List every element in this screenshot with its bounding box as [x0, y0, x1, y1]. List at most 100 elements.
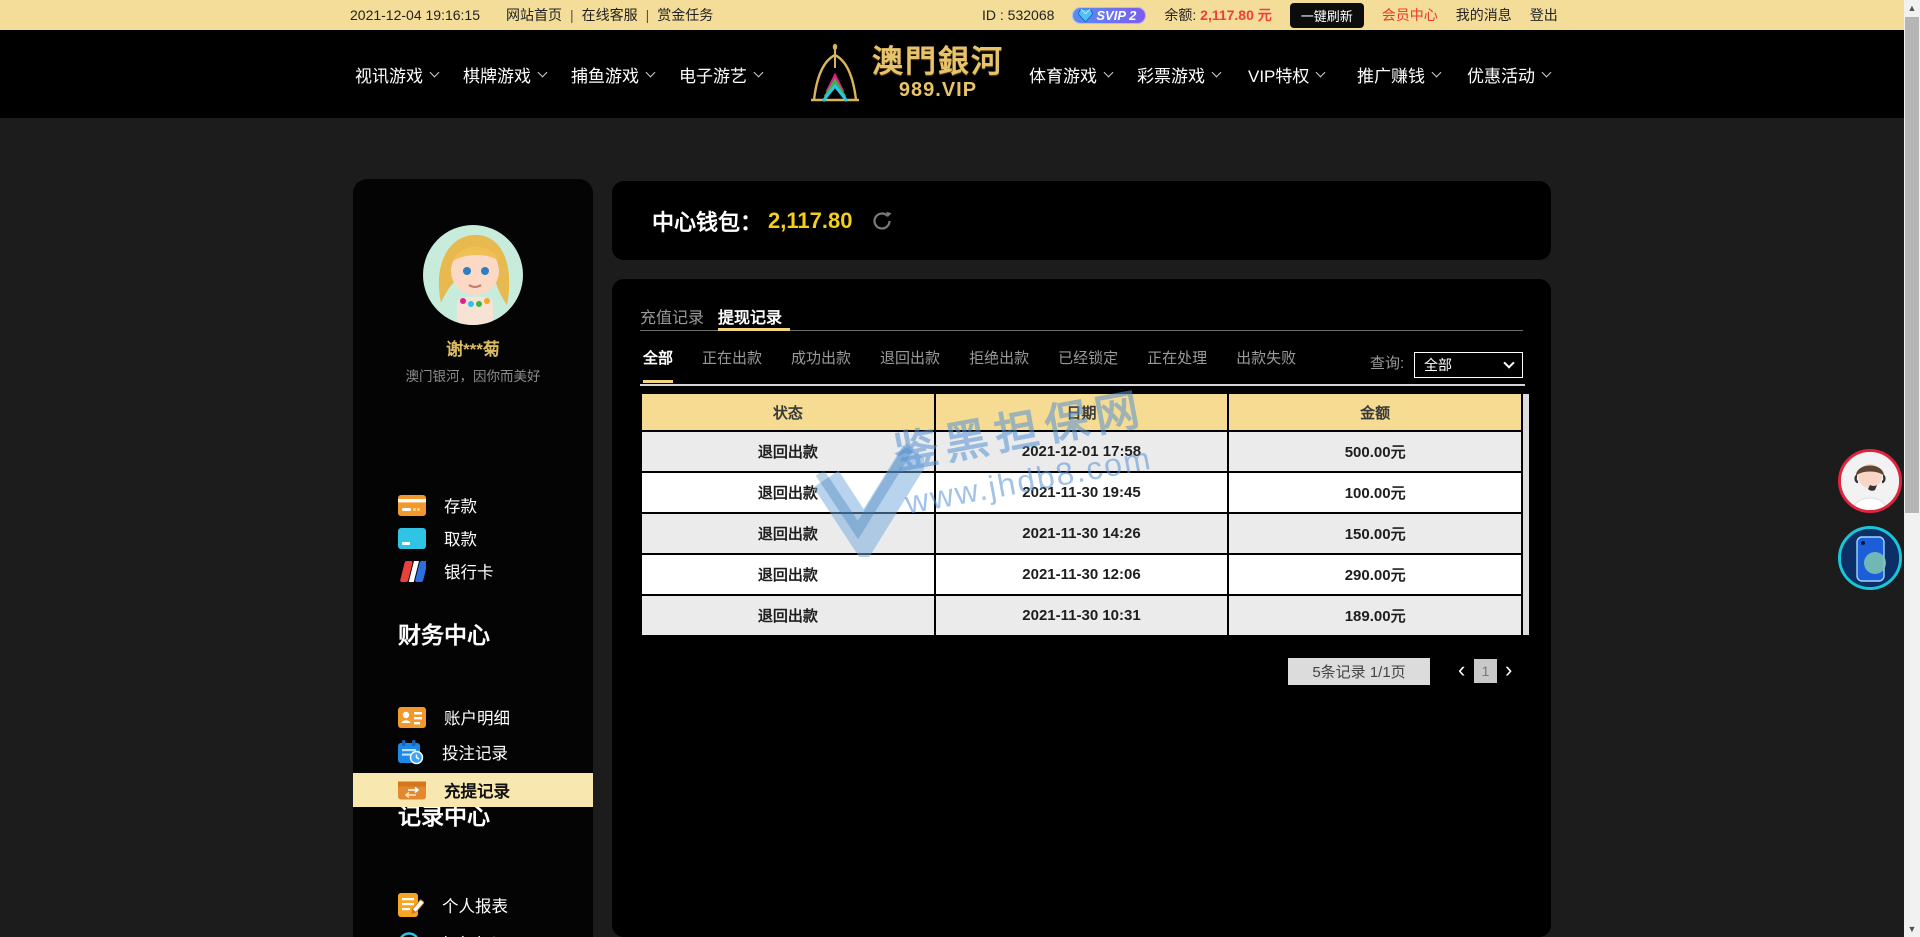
logo-subtitle: 989.VIP	[899, 80, 977, 100]
col-header-date: 日期	[936, 394, 1228, 430]
nav-item-fishing[interactable]: 捕鱼游戏	[571, 30, 654, 118]
tab-deposit-records[interactable]: 充值记录	[640, 304, 704, 328]
table-cell: 100.00元	[1229, 473, 1521, 512]
nav-item-board-games[interactable]: 棋牌游戏	[463, 30, 546, 118]
site-logo[interactable]: 澳門銀河 989.VIP	[806, 42, 1004, 104]
sidebar-item-transaction-records[interactable]: 充提记录	[353, 773, 593, 807]
filter-tab-returned[interactable]: 退回出款	[880, 347, 940, 368]
galaxy-fountain-icon	[806, 42, 864, 104]
link-separator: |	[570, 7, 574, 23]
link-bounty-task[interactable]: 赏金任务	[657, 7, 713, 23]
col-header-amount: 金额	[1229, 394, 1521, 430]
chevron-down-icon	[1316, 67, 1326, 77]
service-agent-icon	[1841, 452, 1899, 510]
nav-label: 体育游戏	[1029, 62, 1097, 87]
nav-label: 优惠活动	[1467, 62, 1535, 87]
record-tabs: 充值记录 提现记录	[640, 304, 782, 328]
balance-value: 2,117.80 元	[1200, 7, 1272, 23]
nav-label: 视讯游戏	[355, 62, 423, 87]
sidebar-item-account-detail[interactable]: 账户明细	[353, 700, 593, 734]
nav-item-offers[interactable]: 优惠活动	[1467, 30, 1550, 118]
browser-scrollbar[interactable]: ▲ ▼	[1904, 0, 1920, 937]
col-header-status: 状态	[642, 394, 934, 430]
filter-tab-processing[interactable]: 正在处理	[1147, 347, 1207, 368]
chevron-down-icon	[646, 67, 656, 77]
user-id: ID : 532068	[982, 7, 1054, 23]
filter-tab-success[interactable]: 成功出款	[791, 347, 851, 368]
personal-report-icon	[398, 893, 424, 917]
member-center-link[interactable]: 会员中心	[1382, 5, 1438, 25]
query-label: 查询:	[1370, 352, 1404, 373]
sidebar-item-bet-records[interactable]: 投注记录	[353, 735, 593, 769]
chevron-down-icon	[1503, 357, 1514, 368]
link-home[interactable]: 网站首页	[506, 7, 562, 23]
nav-item-vip[interactable]: VIP特权	[1248, 30, 1324, 118]
page-number[interactable]: 1	[1474, 659, 1497, 683]
sidebar-item-bank-card[interactable]: 银行卡	[353, 554, 593, 588]
wallet-panel: 中心钱包： 2,117.80	[612, 181, 1551, 260]
query-select[interactable]: 全部	[1414, 352, 1523, 378]
nav-label: 棋牌游戏	[463, 62, 531, 87]
transfer-record-icon	[398, 780, 426, 801]
sidebar-item-label: 充提记录	[444, 778, 510, 802]
sidebar-item-label: 安全中心	[438, 931, 504, 937]
chevron-down-icon	[430, 67, 440, 77]
filter-tab-failed[interactable]: 出款失败	[1236, 347, 1296, 368]
sidebar-item-label: 取款	[444, 526, 477, 550]
nav-label: VIP特权	[1248, 62, 1309, 87]
table-cell: 189.00元	[1229, 596, 1521, 635]
link-online-service[interactable]: 在线客服	[582, 7, 638, 23]
sidebar-item-personal-report[interactable]: 个人报表	[353, 888, 593, 922]
chevron-down-icon	[538, 67, 548, 77]
nav-item-lottery[interactable]: 彩票游戏	[1137, 30, 1220, 118]
nav-item-sports[interactable]: 体育游戏	[1029, 30, 1112, 118]
logout-link[interactable]: 登出	[1530, 5, 1558, 25]
app-download-floater[interactable]	[1838, 526, 1902, 590]
bank-cards-icon	[398, 561, 426, 582]
nav-item-live-casino[interactable]: 视讯游戏	[355, 30, 438, 118]
table-cell: 退回出款	[642, 473, 934, 512]
topbar-links: 网站首页 | 在线客服 | 赏金任务	[506, 5, 713, 25]
tab-withdraw-records[interactable]: 提现记录	[718, 304, 782, 328]
link-separator: |	[646, 7, 650, 23]
filter-tab-rejected[interactable]: 拒绝出款	[969, 347, 1029, 368]
refresh-icon[interactable]	[870, 209, 894, 233]
table-scrollbar[interactable]	[1523, 394, 1529, 635]
scrollbar-thumb[interactable]	[1905, 17, 1919, 513]
withdraw-card-icon	[398, 528, 426, 549]
page: 2021-12-04 19:16:15 网站首页 | 在线客服 | 赏金任务 ID : …	[0, 0, 1920, 937]
topbar-left-group: 2021-12-04 19:16:15 网站首页 | 在线客服 | 赏金任务	[350, 0, 713, 30]
table-cell: 2021-11-30 10:31	[936, 596, 1228, 635]
my-messages-link[interactable]: 我的消息	[1456, 5, 1512, 25]
sidebar-item-security-center[interactable]: 安全中心	[353, 926, 593, 937]
security-center-icon	[398, 932, 420, 937]
chevron-down-icon	[754, 67, 764, 77]
records-panel: 充值记录 提现记录 全部 正在出款 成功出款 退回出款 拒绝出款 已经锁定 正在…	[612, 279, 1551, 937]
filter-tab-paying[interactable]: 正在出款	[702, 347, 762, 368]
scroll-up-arrow[interactable]: ▲	[1904, 0, 1920, 16]
datetime: 2021-12-04 19:16:15	[350, 7, 480, 23]
vip-badge-label: SVIP 2	[1096, 8, 1136, 23]
wallet-label: 中心钱包：	[652, 205, 762, 237]
sidebar-item-deposit[interactable]: 存款	[353, 488, 593, 522]
nav-label: 彩票游戏	[1137, 62, 1205, 87]
one-key-refresh-button[interactable]: 一键刷新	[1290, 3, 1364, 28]
phone-icon	[1841, 529, 1899, 587]
avatar[interactable]	[423, 225, 523, 325]
balance-label: 余额:	[1164, 7, 1196, 23]
nav-item-promotion-earn[interactable]: 推广赚钱	[1357, 30, 1440, 118]
topbar: 2021-12-04 19:16:15 网站首页 | 在线客服 | 赏金任务 ID : …	[0, 0, 1920, 30]
filter-tab-locked[interactable]: 已经锁定	[1058, 347, 1118, 368]
table-cell: 2021-12-01 17:58	[936, 432, 1228, 471]
scroll-down-arrow[interactable]: ▼	[1904, 921, 1920, 937]
customer-service-floater[interactable]	[1838, 449, 1902, 513]
next-page-button[interactable]: ›	[1505, 656, 1512, 683]
sidebar-item-withdraw[interactable]: 取款	[353, 521, 593, 555]
filter-tab-all[interactable]: 全部	[643, 347, 673, 368]
nav-item-slots[interactable]: 电子游艺	[679, 30, 762, 118]
active-tab-indicator	[718, 328, 790, 331]
account-detail-icon	[398, 707, 426, 728]
user-slogan: 澳门银河，因你而美好	[353, 365, 593, 385]
prev-page-button[interactable]: ‹	[1458, 656, 1465, 683]
sidebar-item-label: 个人报表	[442, 893, 508, 917]
